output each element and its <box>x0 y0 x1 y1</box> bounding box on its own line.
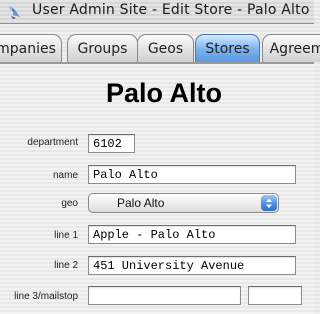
line2-field[interactable]: 451 University Avenue <box>88 256 296 275</box>
department-label: department <box>27 137 78 148</box>
name-field[interactable]: Palo Alto <box>88 165 296 184</box>
tab-bar: mpanies Groups Geos Stores Agreem <box>0 34 320 62</box>
department-field[interactable]: 6102 <box>88 134 135 153</box>
line1-field[interactable]: Apple - Palo Alto <box>88 225 296 244</box>
line3-mailstop-label: line 3/mailstop <box>14 291 78 302</box>
name-label: name <box>52 170 78 181</box>
window-titlebar: User Admin Site - Edit Store - Palo Alto <box>0 0 314 24</box>
app-icon <box>9 6 20 19</box>
geo-label: geo <box>61 198 78 209</box>
line1-label: line 1 <box>54 230 78 241</box>
page-title: Palo Alto <box>105 78 222 108</box>
line3-field[interactable] <box>88 286 241 305</box>
tab-stores[interactable]: Stores <box>195 34 260 62</box>
geo-select-value: Palo Alto <box>117 196 165 210</box>
updown-arrows-icon <box>261 195 277 211</box>
tab-agreements[interactable]: Agreem <box>262 34 320 62</box>
tab-geos[interactable]: Geos <box>137 34 194 62</box>
tab-groups[interactable]: Groups <box>67 34 138 62</box>
geo-select[interactable]: Palo Alto <box>88 193 279 213</box>
mailstop-field[interactable] <box>248 286 302 305</box>
line2-label: line 2 <box>54 260 78 271</box>
tab-companies[interactable]: mpanies <box>0 34 62 62</box>
window-title: User Admin Site - Edit Store - Palo Alto <box>32 2 310 18</box>
